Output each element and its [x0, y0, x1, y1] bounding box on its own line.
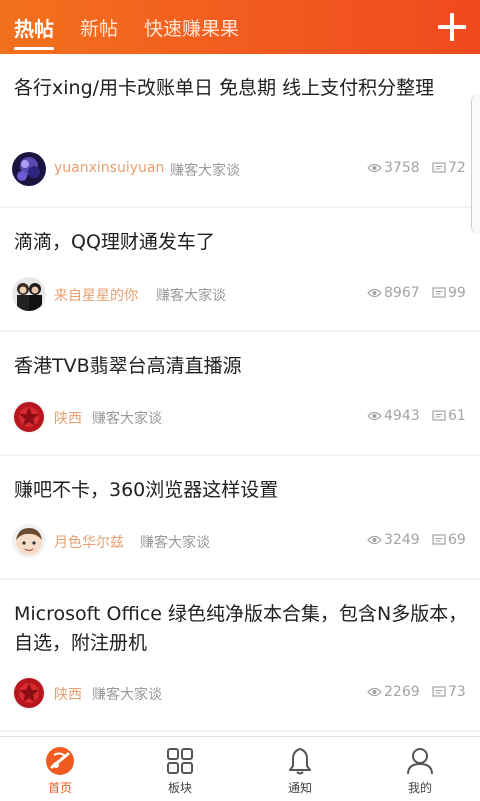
- avatar[interactable]: [12, 524, 46, 558]
- author-name[interactable]: yuanxinsuiyuan: [54, 160, 164, 176]
- nav-home-label: 首页: [47, 781, 72, 795]
- view-count: 8967: [367, 285, 420, 301]
- reply-count-value: 61: [448, 408, 466, 424]
- board-name[interactable]: 赚客大家谈: [156, 285, 226, 305]
- author-name[interactable]: 陕西: [54, 408, 82, 428]
- reply-count: 73: [432, 684, 466, 700]
- nav-notifications[interactable]: 通知: [240, 737, 360, 801]
- comment-icon: [432, 686, 446, 697]
- post-meta: 来自星星的你 赚客大家谈 8967 99: [12, 277, 468, 311]
- avatar[interactable]: [12, 676, 46, 710]
- avatar[interactable]: [12, 277, 46, 311]
- post-item[interactable]: 香港TVB翡翠台高清直播源 陕西 赚客大家谈 4943 61: [0, 332, 480, 454]
- reply-count-value: 99: [448, 285, 466, 301]
- board-name[interactable]: 赚客大家谈: [140, 532, 210, 552]
- nav-boards-label: 板块: [167, 781, 192, 795]
- grid-icon: [167, 748, 193, 774]
- view-count: 4943: [367, 408, 420, 424]
- post-title[interactable]: 各行xing/用卡改账单日 免息期 线上支付积分整理: [14, 74, 468, 103]
- post-meta: 陕西 赚客大家谈 4943 61: [12, 400, 468, 434]
- avatar[interactable]: [12, 400, 46, 434]
- nav-notifications-label: 通知: [287, 781, 312, 795]
- reply-count: 61: [432, 408, 466, 424]
- comment-icon: [432, 162, 446, 173]
- tab-new-label: 新帖: [80, 17, 119, 40]
- post-title[interactable]: 香港TVB翡翠台高清直播源: [14, 352, 468, 381]
- view-count-value: 3249: [384, 532, 420, 548]
- top-bar: 热帖 新帖 快速赚果果: [0, 0, 480, 54]
- post-title[interactable]: 赚吧不卡，360浏览器这样设置: [14, 476, 468, 505]
- user-icon: [407, 748, 433, 775]
- eye-icon: [367, 687, 382, 697]
- view-count: 2269: [367, 684, 420, 700]
- reply-count-value: 73: [448, 684, 466, 700]
- board-name[interactable]: 赚客大家谈: [170, 160, 240, 180]
- comment-icon: [432, 410, 446, 421]
- home-icon: [46, 747, 74, 775]
- view-count-value: 2269: [384, 684, 420, 700]
- post-meta: 陕西 赚客大家谈 2269 73: [12, 676, 468, 710]
- eye-icon: [367, 163, 382, 173]
- post-meta: yuanxinsuiyuan 赚客大家谈 3758 72: [12, 152, 468, 186]
- eye-icon: [367, 288, 382, 298]
- post-feed[interactable]: 各行xing/用卡改账单日 免息期 线上支付积分整理 yuanxinsuiyua…: [0, 54, 480, 736]
- nav-profile[interactable]: 我的: [360, 737, 480, 801]
- reply-count: 69: [432, 532, 466, 548]
- eye-icon: [367, 535, 382, 545]
- view-count: 3249: [367, 532, 420, 548]
- avatar[interactable]: [12, 152, 46, 186]
- view-count-value: 4943: [384, 408, 420, 424]
- post-item[interactable]: Microsoft Office 绿色纯净版本合集，包含N多版本，自选，附注册机…: [0, 580, 480, 730]
- post-title[interactable]: 滴滴，QQ理财通发车了: [14, 228, 468, 257]
- view-count: 3758: [367, 160, 420, 176]
- view-count-value: 8967: [384, 285, 420, 301]
- author-name[interactable]: 月色华尔兹: [54, 532, 124, 552]
- reply-count-value: 72: [448, 160, 466, 176]
- author-name[interactable]: 陕西: [54, 684, 82, 704]
- reply-count: 72: [432, 160, 466, 176]
- tab-quick-earn-label: 快速赚果果: [144, 17, 240, 40]
- board-name[interactable]: 赚客大家谈: [92, 408, 162, 428]
- tab-new[interactable]: 新帖: [80, 0, 118, 54]
- tab-hot-label: 热帖: [14, 16, 54, 41]
- post-item[interactable]: 赚吧不卡，360浏览器这样设置 月色华尔兹 赚客大家谈 3249 69: [0, 456, 480, 578]
- nav-boards[interactable]: 板块: [120, 737, 240, 801]
- new-post-plus-icon[interactable]: [438, 13, 466, 41]
- post-meta: 月色华尔兹 赚客大家谈 3249 69: [12, 524, 468, 558]
- tab-quick-earn[interactable]: 快速赚果果: [144, 0, 239, 54]
- post-item[interactable]: 各行xing/用卡改账单日 免息期 线上支付积分整理 yuanxinsuiyua…: [0, 54, 480, 206]
- reply-count: 99: [432, 285, 466, 301]
- eye-icon: [367, 411, 382, 421]
- comment-icon: [432, 534, 446, 545]
- nav-profile-label: 我的: [407, 781, 432, 795]
- nav-home[interactable]: 首页: [0, 737, 120, 801]
- post-title[interactable]: Microsoft Office 绿色纯净版本合集，包含N多版本，自选，附注册机: [14, 600, 468, 658]
- comment-icon: [432, 287, 446, 298]
- scroll-edge-handle[interactable]: [471, 94, 480, 234]
- view-count-value: 3758: [384, 160, 420, 176]
- author-name[interactable]: 来自星星的你: [54, 285, 138, 305]
- board-name[interactable]: 赚客大家谈: [92, 684, 162, 704]
- post-item[interactable]: 滴滴，QQ理财通发车了 来自星星的你 赚客大家谈 8967 99: [0, 208, 480, 330]
- bell-icon: [289, 748, 311, 775]
- bottom-nav: 首页 板块 通知 我的: [0, 736, 480, 801]
- reply-count-value: 69: [448, 532, 466, 548]
- tab-hot[interactable]: 热帖: [14, 0, 54, 54]
